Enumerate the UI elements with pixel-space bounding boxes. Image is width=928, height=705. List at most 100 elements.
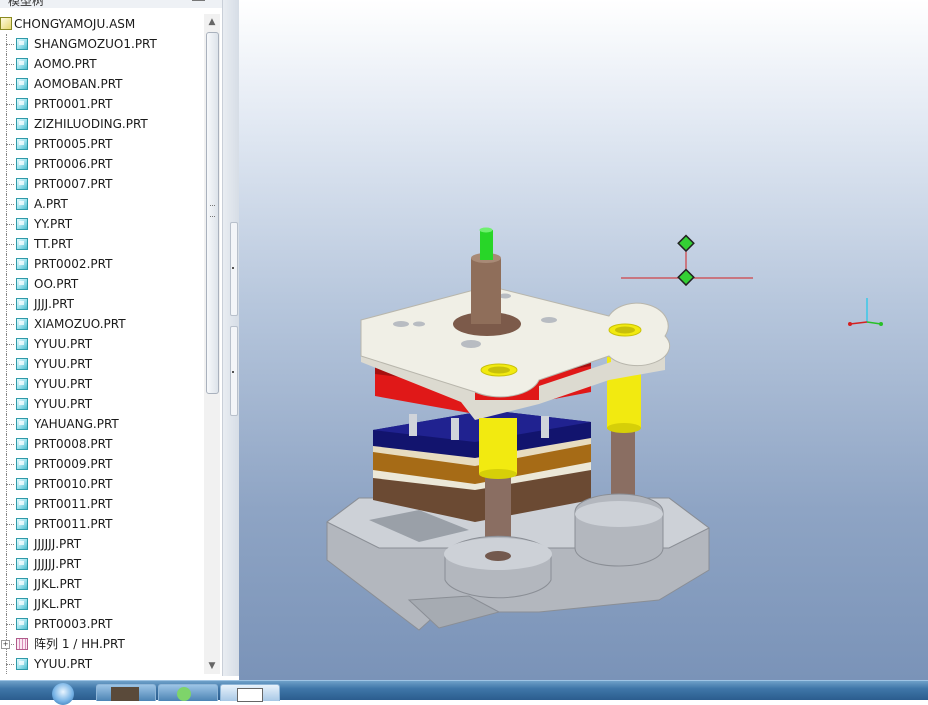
tree-item[interactable]: PRT0001.PRT xyxy=(0,94,204,114)
app-window-icon xyxy=(237,688,263,702)
part-icon xyxy=(16,138,28,150)
part-icon xyxy=(16,258,28,270)
tree-connector xyxy=(6,444,14,445)
tree-scrollbar[interactable]: ▲ ▼ xyxy=(204,14,220,674)
tree-item-label: PRT0007.PRT xyxy=(34,177,113,191)
part-icon xyxy=(16,618,28,630)
tree-connector xyxy=(6,224,14,225)
tree-item[interactable]: PRT0002.PRT xyxy=(0,254,204,274)
tree-item[interactable]: PRT0010.PRT xyxy=(0,474,204,494)
part-icon xyxy=(16,158,28,170)
part-icon xyxy=(16,98,28,110)
tree-item-label: PRT0010.PRT xyxy=(34,477,113,491)
tree-item[interactable]: JJJJJJ.PRT xyxy=(0,554,204,574)
tree-item-label: PRT0003.PRT xyxy=(34,617,113,631)
tree-connector xyxy=(6,384,14,385)
tree-item[interactable]: YYUU.PRT xyxy=(0,354,204,374)
splitter-grip-dot xyxy=(232,371,234,373)
tree-item[interactable]: PRT0011.PRT xyxy=(0,514,204,534)
tree-item[interactable]: AOMO.PRT xyxy=(0,54,204,74)
tree-connector xyxy=(6,584,14,585)
tree-item[interactable]: PRT0007.PRT xyxy=(0,174,204,194)
tree-item[interactable]: ZIZHILUODING.PRT xyxy=(0,114,204,134)
die-assembly-model[interactable] xyxy=(239,0,928,680)
tree-settings-icon[interactable] xyxy=(158,0,170,6)
tree-item[interactable]: JJJJJJ.PRT xyxy=(0,534,204,554)
part-icon xyxy=(16,118,28,130)
tree-item-label: AOMOBAN.PRT xyxy=(34,77,123,91)
tree-item-label: XIAMOZUO.PRT xyxy=(34,317,126,331)
show-menu-icon[interactable] xyxy=(192,0,205,6)
part-icon xyxy=(16,38,28,50)
tree-item-label: TT.PRT xyxy=(34,237,73,251)
spring xyxy=(541,416,549,438)
graphics-viewport[interactable] xyxy=(239,0,928,680)
tree-connector xyxy=(6,264,14,265)
tree-item[interactable]: JJJJ.PRT xyxy=(0,294,204,314)
tree-item[interactable]: PRT0006.PRT xyxy=(0,154,204,174)
tree-item[interactable]: PRT0008.PRT xyxy=(0,434,204,454)
tree-item-label: OO.PRT xyxy=(34,277,79,291)
tree-item[interactable]: YY.PRT xyxy=(0,214,204,234)
tree-connector xyxy=(6,564,14,565)
front-bushing xyxy=(479,418,517,474)
panel-splitter[interactable] xyxy=(223,0,239,676)
scroll-up-arrow-icon[interactable]: ▲ xyxy=(204,14,220,30)
tree-item-label: PRT0011.PRT xyxy=(34,497,113,511)
tree-item-label: YAHUANG.PRT xyxy=(34,417,119,431)
tree-connector xyxy=(6,364,14,365)
tree-connector xyxy=(6,464,14,465)
tree-root-label: CHONGYAMOJU.ASM xyxy=(14,17,136,31)
tree-connector xyxy=(6,484,14,485)
tree-item[interactable]: A.PRT xyxy=(0,194,204,214)
splitter-grip-dot xyxy=(232,267,234,269)
taskbar-app-button[interactable] xyxy=(158,684,218,701)
tree-item-label: PRT0005.PRT xyxy=(34,137,113,151)
scroll-down-arrow-icon[interactable]: ▼ xyxy=(204,658,220,674)
scroll-thumb[interactable] xyxy=(206,32,219,394)
tree-connector xyxy=(6,124,14,125)
splitter-handle-lower[interactable] xyxy=(230,326,238,416)
tree-item[interactable]: + 阵列 1 / HH.PRT xyxy=(0,634,204,654)
tree-item[interactable]: YYUU.PRT xyxy=(0,654,204,674)
part-icon xyxy=(16,418,28,430)
part-icon xyxy=(16,58,28,70)
tree-item[interactable]: AOMOBAN.PRT xyxy=(0,74,204,94)
scroll-grip xyxy=(210,205,215,217)
assembly-icon xyxy=(0,17,12,30)
tree-root-assembly[interactable]: CHONGYAMOJU.ASM xyxy=(0,14,204,34)
tree-item[interactable]: PRT0011.PRT xyxy=(0,494,204,514)
tree-item[interactable]: JJKL.PRT xyxy=(0,594,204,614)
tree-connector xyxy=(6,524,14,525)
taskbar-app-button[interactable] xyxy=(96,684,156,701)
windows-taskbar xyxy=(0,680,928,705)
taskbar-app-button-active[interactable] xyxy=(220,684,280,702)
tree-item[interactable]: XIAMOZUO.PRT xyxy=(0,314,204,334)
tree-item[interactable]: JJKL.PRT xyxy=(0,574,204,594)
tree-item[interactable]: PRT0003.PRT xyxy=(0,614,204,634)
tree-item[interactable]: YYUU.PRT xyxy=(0,394,204,414)
tree-item[interactable]: PRT0009.PRT xyxy=(0,454,204,474)
tree-connector xyxy=(6,184,14,185)
part-icon xyxy=(16,538,28,550)
tree-item[interactable]: YAHUANG.PRT xyxy=(0,414,204,434)
tree-connector xyxy=(6,144,14,145)
tree-item[interactable]: YYUU.PRT xyxy=(0,374,204,394)
drag-handle-upper-icon xyxy=(677,234,695,253)
tree-connector xyxy=(6,84,14,85)
start-button[interactable] xyxy=(52,683,74,705)
tree-connector xyxy=(6,344,14,345)
tree-item-label: JJJJJJ.PRT xyxy=(34,537,82,551)
spring xyxy=(409,414,417,436)
expand-icon[interactable]: + xyxy=(1,640,10,649)
tree-item[interactable]: PRT0005.PRT xyxy=(0,134,204,154)
splitter-handle-upper[interactable] xyxy=(230,222,238,316)
tree-item[interactable]: SHANGMOZUO1.PRT xyxy=(0,34,204,54)
shank xyxy=(471,258,501,324)
rear-post-boss-top xyxy=(575,501,663,527)
tree-item-label: PRT0009.PRT xyxy=(34,457,113,471)
tree-item[interactable]: YYUU.PRT xyxy=(0,334,204,354)
tree-item[interactable]: TT.PRT xyxy=(0,234,204,254)
front-bushing-bottom xyxy=(479,469,517,479)
tree-item[interactable]: OO.PRT xyxy=(0,274,204,294)
